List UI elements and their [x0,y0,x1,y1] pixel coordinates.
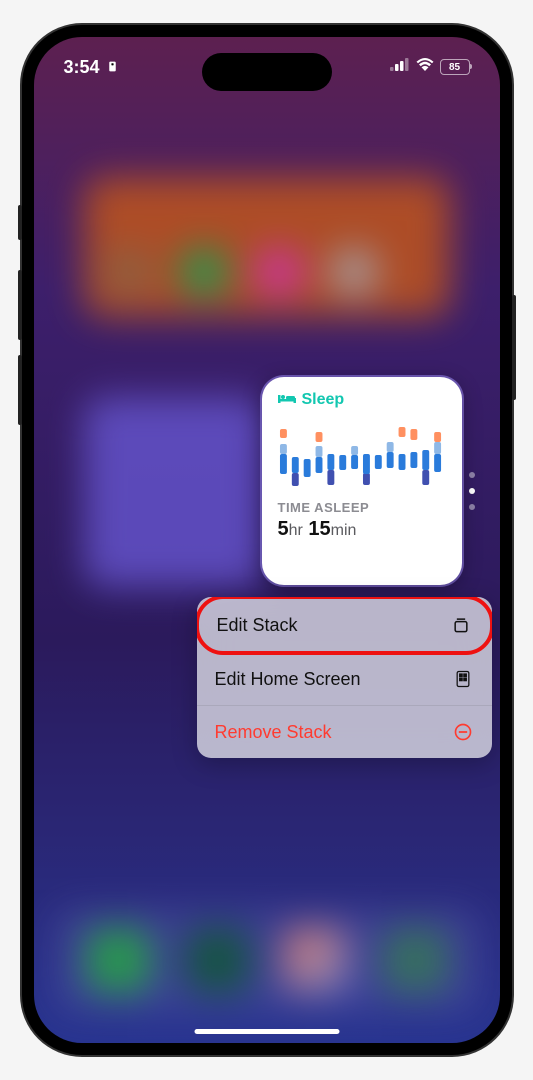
wifi-icon [416,58,434,76]
bed-icon [278,392,296,409]
menu-item-label: Edit Home Screen [215,669,361,690]
battery-indicator: 85 [440,59,470,75]
home-indicator[interactable] [194,1029,339,1034]
menu-item-edit-home-screen[interactable]: Edit Home Screen [197,653,492,706]
side-button[interactable] [512,295,516,400]
sleep-widget-title: Sleep [302,391,345,409]
phone-frame: 3:54 [22,25,512,1055]
screen: 3:54 [34,37,500,1043]
focus-icon [106,57,119,78]
cellular-signal-icon [390,58,410,76]
volume-down-button[interactable] [18,355,22,425]
menu-item-remove-stack[interactable]: Remove Stack [197,706,492,758]
menu-item-label: Edit Stack [217,615,298,636]
sleep-widget[interactable]: Sleep [262,377,462,585]
widget-stack-page-indicator [469,472,475,510]
widget-context-menu: Edit Stack Edit Home Screen [197,597,492,758]
menu-item-label: Remove Stack [215,722,332,743]
mute-switch[interactable] [18,205,22,240]
apps-grid-icon [452,668,474,690]
stack-icon [450,614,472,636]
volume-up-button[interactable] [18,270,22,340]
dynamic-island[interactable] [202,53,332,91]
remove-icon [452,721,474,743]
time-asleep-value: 5hr 15min [278,518,446,541]
time-asleep-label: TIME ASLEEP [278,500,446,515]
status-time: 3:54 [64,57,100,78]
sleep-chart [278,417,446,492]
menu-item-edit-stack[interactable]: Edit Stack [197,597,492,655]
